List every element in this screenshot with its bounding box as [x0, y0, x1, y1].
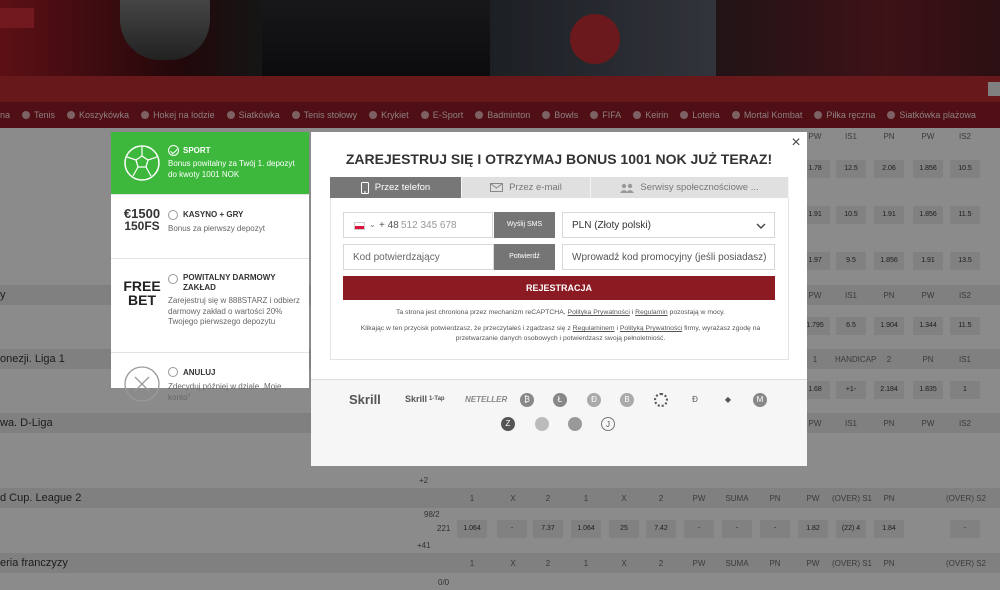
dash-icon: Đ — [692, 395, 698, 404]
bonus-option-desc: Bonus powitalny za Twój 1. depozyt do kw… — [168, 159, 295, 179]
skrill-1tap-sub: 1-Tap — [429, 396, 445, 402]
freebet-radio[interactable] — [168, 274, 178, 284]
phone-placeholder: 512 345 678 — [401, 220, 457, 231]
neteller-logo: NETELLER — [465, 395, 508, 404]
registration-form: ⌄ + 48 512 345 678 Wyślij SMS PLN (Złoty… — [330, 198, 789, 360]
rules-link[interactable]: Regulamin — [635, 309, 668, 316]
bonus-option-freebet[interactable]: FREE BET POWITALNY DARMOWY ZAKŁAD Zareje… — [111, 259, 309, 353]
football-icon — [124, 145, 160, 181]
ethereum-icon: ◆ — [724, 395, 732, 404]
juventus-icon: J — [601, 417, 615, 431]
sport-selected-check-icon[interactable] — [168, 145, 179, 156]
casino-bonus-icon: €1500 150FS — [123, 207, 161, 245]
consent-privacy-link[interactable]: Polityką Prywatności — [620, 325, 682, 332]
bonus-option-title: KASYNO + GRY — [183, 210, 244, 219]
freebet-icon-line1: FREE — [123, 278, 161, 294]
close-circle-icon — [124, 366, 160, 402]
phone-input[interactable]: ⌄ + 48 512 345 678 — [343, 212, 493, 238]
freebet-icon: FREE BET — [123, 279, 161, 317]
phone-icon — [360, 181, 369, 194]
confirmation-code-input[interactable]: Kod potwierdzający — [343, 244, 494, 270]
recaptcha-note: Ta strona jest chroniona przez mechanizm… — [331, 308, 790, 318]
tab-phone[interactable]: Przez telefon — [330, 177, 462, 198]
code-placeholder: Kod potwierdzający — [353, 252, 440, 263]
phone-prefix: + 48 — [379, 220, 399, 231]
freebet-icon-line2: BET — [128, 292, 156, 308]
users-icon — [620, 183, 635, 193]
envelope-icon — [490, 183, 504, 192]
bonus-option-desc: Zarejestruj się w 888STARZ i odbierz dar… — [168, 296, 300, 326]
recaptcha-text: pozostają w mocy. — [667, 309, 725, 316]
currency-value: PLN (Złoty polski) — [572, 220, 651, 231]
bonus-option-sport[interactable]: SPORT Bonus powitalny za Twój 1. depozyt… — [111, 132, 309, 195]
chevron-down-icon[interactable]: ⌄ — [369, 220, 376, 229]
promo-placeholder: Wprowadź kod promocyjny (jeśli posiadasz… — [572, 252, 767, 263]
registration-tabs: Przez telefon Przez e-mail Serwisy społe… — [330, 177, 789, 198]
consent-text: Klikając w ten przycisk potwierdzasz, że… — [360, 325, 573, 332]
privacy-link[interactable]: Polityka Prywatności — [568, 309, 630, 316]
bonus-option-title: POWITALNY DARMOWY ZAKŁAD — [183, 273, 276, 292]
zcash-icon: Z — [501, 417, 515, 431]
club-crest-icon — [535, 417, 549, 431]
litecoin-icon: Ł — [553, 393, 567, 407]
tab-social[interactable]: Serwisy społecznościowe ... — [591, 177, 789, 198]
bitcoin-icon: ₿ — [520, 393, 534, 407]
bonus-option-casino[interactable]: €1500 150FS KASYNO + GRY Bonus za pierws… — [111, 195, 309, 259]
modal-title: ZAREJESTRUJ SIĘ I OTRZYMAJ BONUS 1001 NO… — [345, 151, 773, 167]
tab-label: Przez e-mail — [509, 182, 562, 193]
bonus-options-panel: SPORT Bonus powitalny za Twój 1. depozyt… — [111, 132, 309, 402]
dogecoin-icon: Ð — [587, 393, 601, 407]
tab-label: Serwisy społecznościowe ... — [640, 182, 759, 193]
casino-icon-freespins: 150FS — [124, 219, 160, 233]
tab-email[interactable]: Przez e-mail — [462, 177, 591, 198]
monero-icon: M — [753, 393, 767, 407]
confirm-button[interactable]: Potwierdź — [494, 244, 555, 270]
bonus-option-title: SPORT — [183, 146, 211, 155]
register-button[interactable]: REJESTRACJA — [343, 276, 775, 300]
close-icon[interactable]: × — [789, 135, 803, 151]
promo-code-input[interactable]: Wprowadź kod promocyjny (jeśli posiadasz… — [562, 244, 775, 270]
skrill-1tap-text: Skrill — [405, 394, 428, 404]
registration-modal: × ZAREJESTRUJ SIĘ I OTRZYMAJ BONUS 1001 … — [311, 132, 807, 466]
bonus-option-cancel[interactable]: ANULUJ Zdecyduj później w dziale „Moje k… — [111, 353, 309, 402]
recaptcha-text: Ta strona jest chroniona przez mechanizm… — [396, 309, 568, 316]
consent-note: Klikając w ten przycisk potwierdzasz, że… — [341, 324, 780, 344]
tab-label: Przez telefon — [374, 182, 431, 193]
skrill-logo: Skrill — [349, 392, 381, 407]
bitcoin-cash-icon: B — [620, 393, 634, 407]
currency-select[interactable]: PLN (Złoty polski) — [562, 212, 775, 238]
cardano-icon — [654, 393, 668, 407]
bonus-option-title: ANULUJ — [183, 368, 216, 377]
bonus-option-desc: Bonus za pierwszy depozyt — [168, 224, 265, 233]
payment-methods: Skrill Skrill 1-Tap NETELLER ₿ Ł Ð B Đ ◆ … — [311, 379, 807, 466]
send-sms-button[interactable]: Wyślij SMS — [494, 212, 555, 238]
bonus-option-desc: Zdecyduj później w dziale „Moje konto” — [168, 382, 282, 402]
club-crest-icon — [568, 417, 582, 431]
cancel-radio[interactable] — [168, 367, 178, 377]
casino-radio[interactable] — [168, 210, 178, 220]
consent-rules-link[interactable]: Regulaminem — [573, 325, 615, 332]
poland-flag-icon[interactable] — [354, 222, 365, 230]
chevron-down-icon — [756, 223, 766, 229]
skrill-1tap-logo: Skrill 1-Tap — [405, 394, 445, 404]
